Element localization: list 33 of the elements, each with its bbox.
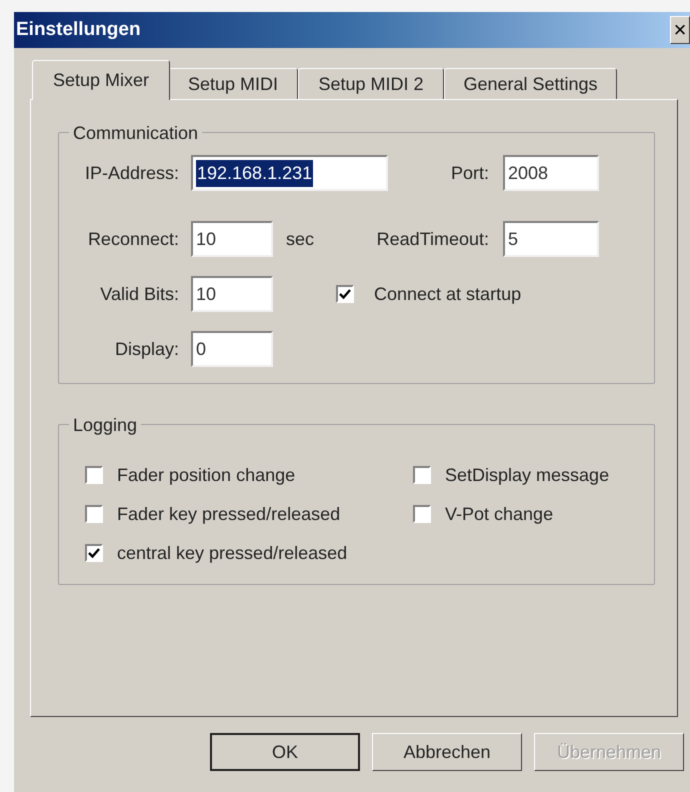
tab[interactable]: Setup MIDI 2 xyxy=(298,68,444,100)
dialog-button[interactable]: Abbrechen xyxy=(372,733,522,771)
input-field[interactable]: 10 xyxy=(191,276,273,312)
checkbox-label: Fader key pressed/released xyxy=(117,502,340,526)
checkbox-label: SetDisplay message xyxy=(445,464,610,487)
field-label: Port: xyxy=(450,162,489,184)
input-field[interactable]: 2008 xyxy=(503,155,599,191)
checkbox-label: central key pressed/released xyxy=(117,542,348,565)
input-field[interactable]: 0 xyxy=(191,331,273,367)
close-button[interactable]: × xyxy=(670,16,690,44)
checkbox-label: Connect at startup xyxy=(374,282,522,306)
checkbox[interactable] xyxy=(85,505,103,523)
unit-label: sec xyxy=(286,228,316,250)
checkbox[interactable] xyxy=(85,466,103,484)
dialog-button[interactable]: OK xyxy=(210,733,360,771)
field-label: IP-Address: xyxy=(84,162,179,184)
checkbox[interactable] xyxy=(336,285,354,303)
input-field[interactable]: 10 xyxy=(191,221,273,257)
input-field[interactable]: 5 xyxy=(503,221,599,257)
checkbox-label: V-Pot change xyxy=(445,502,554,526)
field-label: Display: xyxy=(114,338,179,361)
field-label: Reconnect: xyxy=(86,228,179,250)
window-title: Einstellungen xyxy=(16,18,141,42)
checkbox[interactable] xyxy=(413,505,431,523)
tab[interactable]: Setup MIDI xyxy=(168,68,298,100)
checkbox[interactable] xyxy=(85,544,103,562)
checkbox-label: Fader position change xyxy=(117,464,296,487)
field-label: ReadTimeout: xyxy=(376,228,489,250)
checkbox[interactable] xyxy=(413,466,431,484)
input-field[interactable]: 192.168.1.231 xyxy=(191,155,388,191)
tab[interactable]: Setup Mixer xyxy=(32,60,170,100)
field-label: Valid Bits: xyxy=(99,282,179,306)
tab[interactable]: General Settings xyxy=(444,68,617,100)
